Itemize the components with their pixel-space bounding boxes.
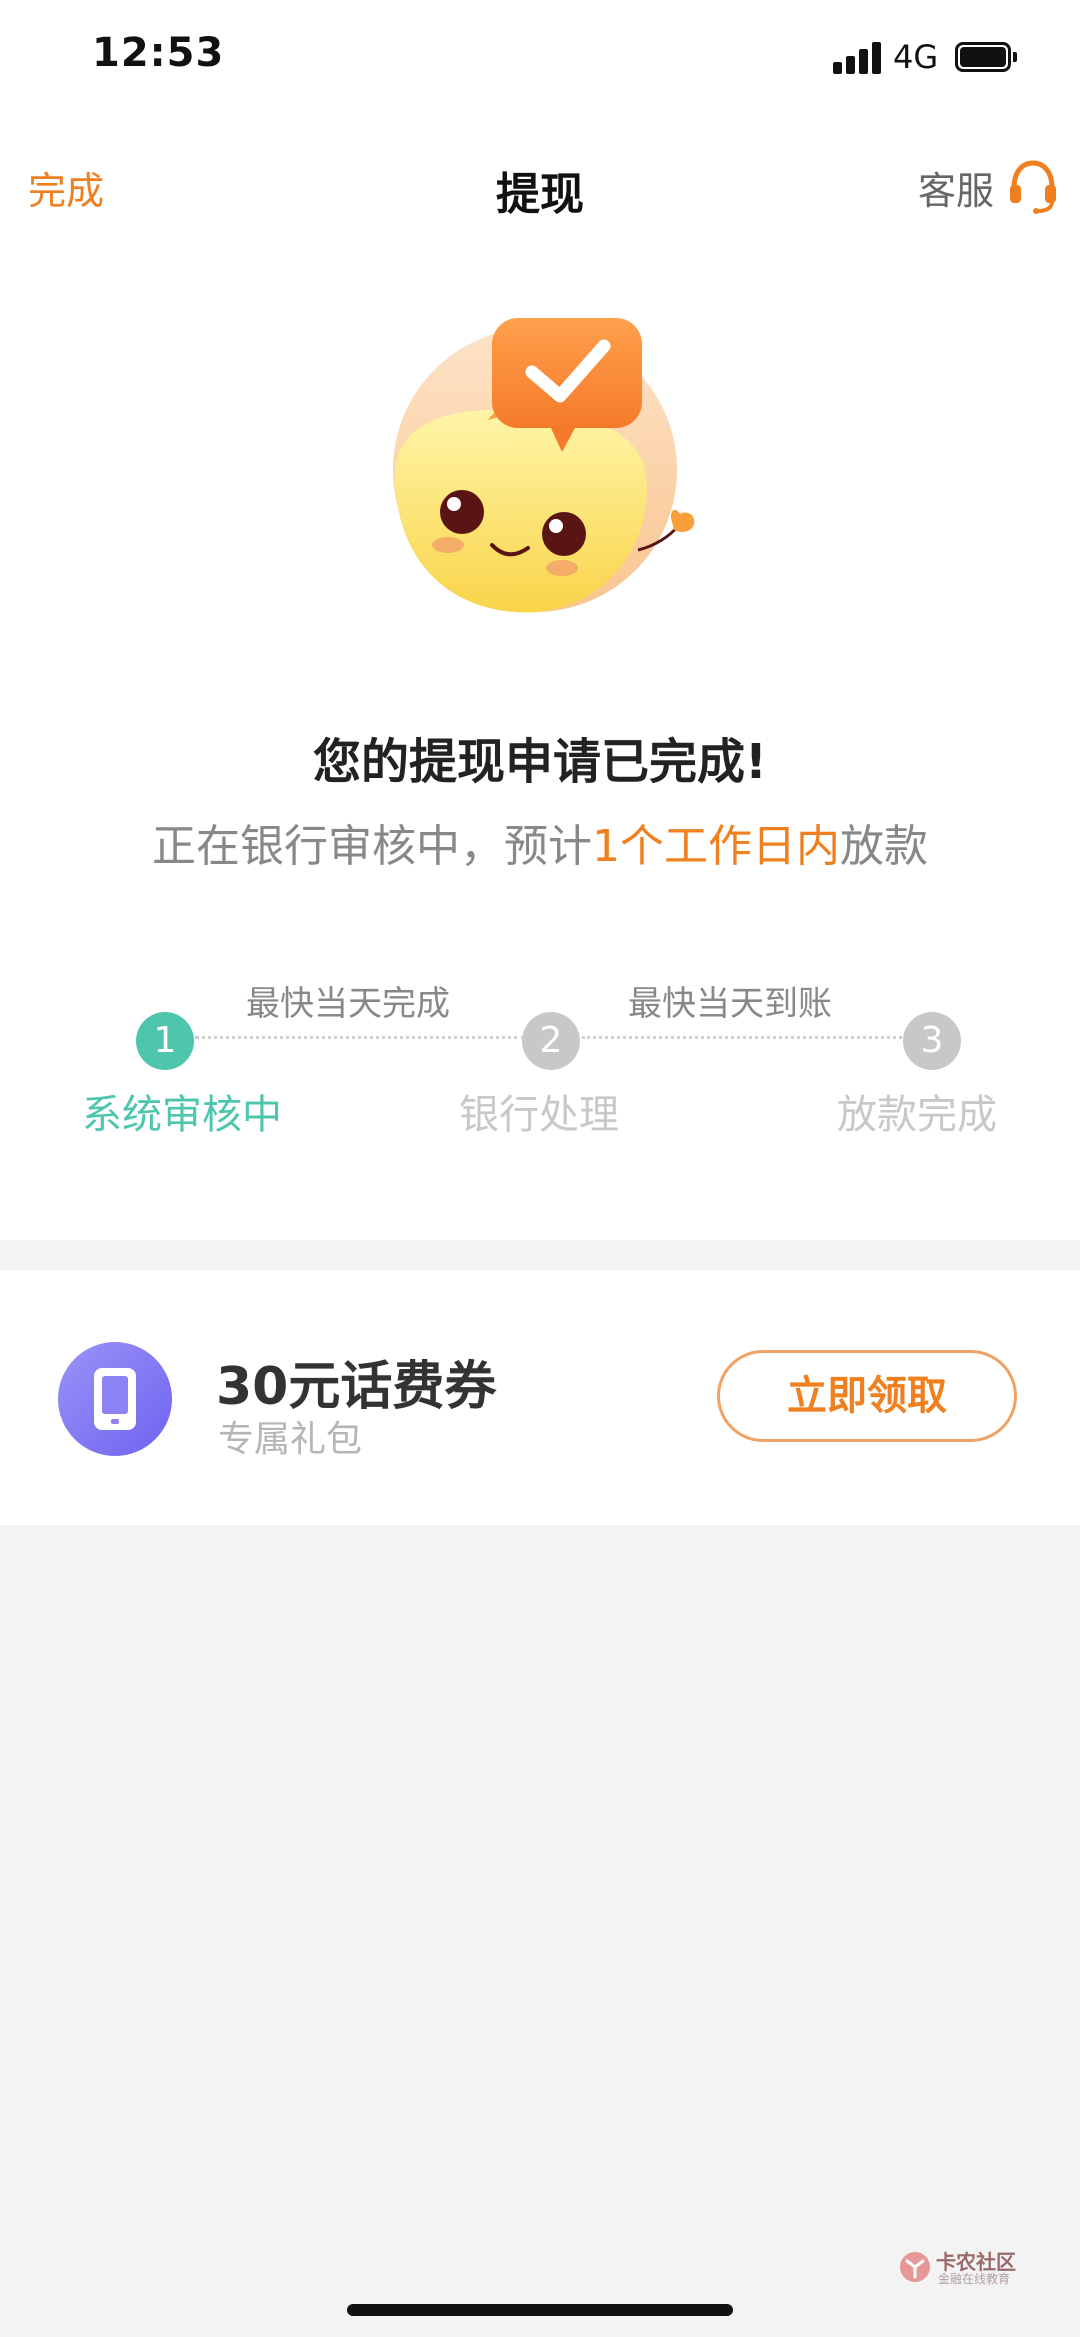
subtitle-highlight: 1个工作日内 bbox=[592, 821, 840, 872]
subtitle-suffix: 放款 bbox=[840, 821, 928, 872]
success-title: 您的提现申请已完成! bbox=[313, 734, 767, 790]
phone-icon bbox=[58, 1342, 172, 1456]
coupon-title: 30元话费券 bbox=[216, 1357, 497, 1417]
section-divider bbox=[0, 1240, 1080, 1270]
success-subtitle: 正在银行审核中，预计1个工作日内放款 bbox=[0, 810, 1080, 874]
step-note-1: 最快当天完成 bbox=[246, 984, 450, 1024]
network-type: 4G bbox=[893, 38, 939, 76]
step-note-2: 最快当天到账 bbox=[628, 984, 832, 1024]
battery-icon bbox=[955, 42, 1017, 72]
watermark-logo-icon bbox=[900, 2252, 930, 2282]
subtitle-prefix: 正在银行审核中，预计 bbox=[152, 821, 592, 872]
step-1-label: 系统审核中 bbox=[82, 1092, 282, 1138]
signal-icon bbox=[833, 42, 883, 74]
main-panel: 12:53 4G 完成 提现 客服 您的提现申请已完成! 正在银行审核中，预计1… bbox=[0, 0, 1080, 1240]
step-connector bbox=[195, 1036, 525, 1039]
home-indicator[interactable] bbox=[347, 2304, 733, 2316]
step-connector bbox=[582, 1036, 902, 1039]
coupon-card: 30元话费券 专属礼包 立即领取 bbox=[0, 1270, 1080, 1525]
claim-button[interactable]: 立即领取 bbox=[717, 1350, 1017, 1442]
step-3-label: 放款完成 bbox=[837, 1092, 997, 1138]
coupon-subtitle: 专属礼包 bbox=[218, 1419, 363, 1460]
headset-icon[interactable] bbox=[1008, 158, 1058, 214]
customer-service-link[interactable]: 客服 bbox=[918, 160, 994, 215]
step-1-marker: 1 bbox=[136, 1012, 194, 1070]
status-time: 12:53 bbox=[92, 30, 225, 76]
watermark-subtitle: 金融在线教育 bbox=[938, 2272, 1011, 2286]
mascot-illustration bbox=[393, 318, 695, 613]
watermark: 卡农社区 金融在线教育 bbox=[898, 2246, 1028, 2288]
step-2-label: 银行处理 bbox=[459, 1092, 619, 1138]
step-2-marker: 2 bbox=[522, 1012, 580, 1070]
step-3-marker: 3 bbox=[903, 1012, 961, 1070]
